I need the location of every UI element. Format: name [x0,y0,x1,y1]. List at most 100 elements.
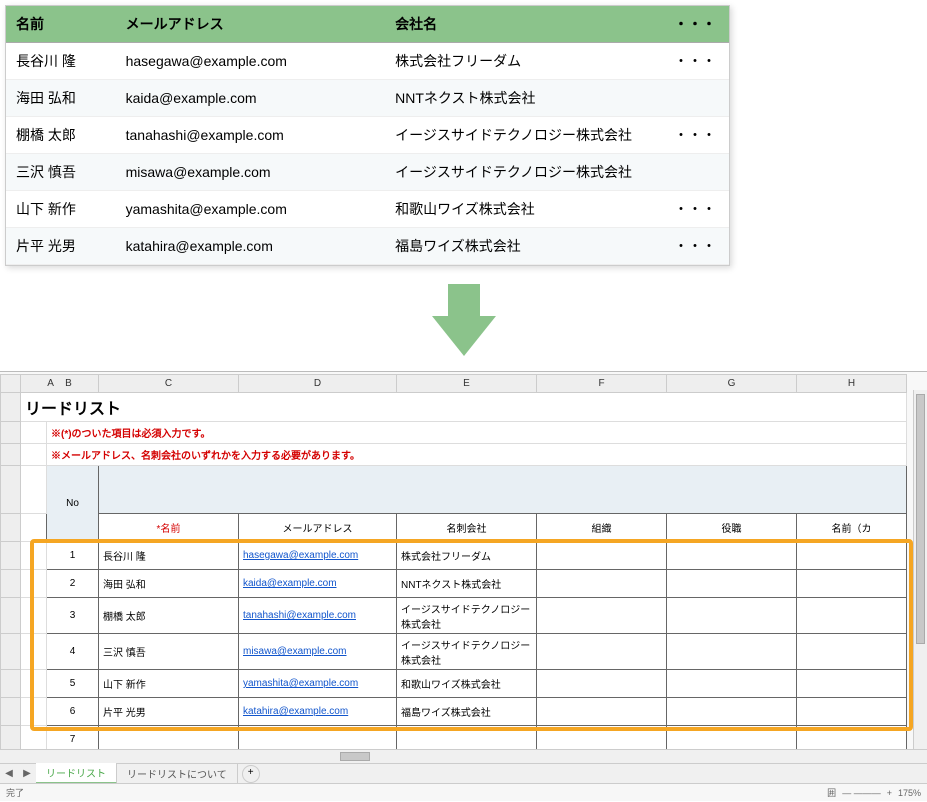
lead-card[interactable]: 和歌山ワイズ株式会社 [397,670,537,698]
scrollbar-vertical[interactable] [913,390,927,749]
lead-name[interactable]: 片平 光男 [99,698,239,726]
scrollbar-v-thumb[interactable] [916,394,925,644]
sheet-tab-active[interactable]: リードリスト [36,763,117,784]
col-A-B[interactable]: A B [21,375,99,393]
src-mail: misawa@example.com [116,154,386,191]
col-G[interactable]: G [667,375,797,393]
scrollbar-horizontal[interactable] [0,749,927,763]
col-H[interactable]: H [797,375,907,393]
lead-name[interactable]: 山下 新作 [99,670,239,698]
row-4[interactable] [1,466,21,514]
row-hdr[interactable] [1,542,21,570]
lead-kana[interactable] [797,634,907,670]
lead-mail[interactable]: katahira@example.com [239,698,397,726]
zoom-plus-icon[interactable]: + [887,788,892,798]
row-hdr[interactable] [1,670,21,698]
lead-hdr-top[interactable] [99,466,907,514]
col-F[interactable]: F [537,375,667,393]
lead-hdr-kana[interactable]: 名前（カ [797,514,907,542]
corner-cell[interactable] [1,375,21,393]
src-hdr-name: 名前 [6,6,116,43]
lead-card[interactable]: 株式会社フリーダム [397,542,537,570]
lead-mail[interactable]: yamashita@example.com [239,670,397,698]
lead-org[interactable] [537,670,667,698]
src-hdr-company: 会社名 [385,6,664,43]
lead-name[interactable]: 長谷川 隆 [99,542,239,570]
lead-kana[interactable] [797,542,907,570]
lead-hdr-card[interactable]: 名刺会社 [397,514,537,542]
lead-mail[interactable]: hasegawa@example.com [239,542,397,570]
lead-org[interactable] [537,542,667,570]
lead-mail[interactable]: tanahashi@example.com [239,598,397,634]
row-5[interactable] [1,514,21,542]
lead-role[interactable] [667,598,797,634]
src-name: 長谷川 隆 [6,43,116,80]
lead-hdr-name[interactable]: *名前 [99,514,239,542]
add-sheet-button[interactable]: + [242,765,260,783]
lead-row: 2海田 弘和kaida@example.comNNTネクスト株式会社 [1,570,907,598]
lead-mail[interactable]: kaida@example.com [239,570,397,598]
lead-card[interactable]: イージスサイドテクノロジー株式会社 [397,634,537,670]
lead-role[interactable] [667,670,797,698]
lead-org[interactable] [537,634,667,670]
lead-kana[interactable] [797,598,907,634]
lead-no[interactable]: 5 [47,670,99,698]
row-3[interactable] [1,444,21,466]
lead-name[interactable]: 海田 弘和 [99,570,239,598]
sheet-title[interactable]: リードリスト [21,393,907,422]
spreadsheet-grid[interactable]: A B C D E F G H リードリスト ※(*)のついた項目は必須入力です… [0,374,907,801]
src-company: イージスサイドテクノロジー株式会社 [385,154,664,191]
table-row: 海田 弘和kaida@example.comNNTネクスト株式会社 [6,80,729,117]
row-hdr[interactable] [1,598,21,634]
table-row: 三沢 慎吾misawa@example.comイージスサイドテクノロジー株式会社 [6,154,729,191]
lead-hdr-mail[interactable]: メールアドレス [239,514,397,542]
lead-kana[interactable] [797,698,907,726]
row-1[interactable] [1,393,21,422]
lead-kana[interactable] [797,670,907,698]
lead-org[interactable] [537,570,667,598]
status-left: 完了 [6,786,24,799]
lead-no[interactable]: 6 [47,698,99,726]
tab-nav-prev-icon[interactable]: ◀ [0,768,18,779]
lead-no[interactable]: 2 [47,570,99,598]
lead-card[interactable]: NNTネクスト株式会社 [397,570,537,598]
row-2[interactable] [1,422,21,444]
lead-mail[interactable]: misawa@example.com [239,634,397,670]
view-mode-icon[interactable]: 囲 [827,786,836,799]
lead-role[interactable] [667,698,797,726]
note-1[interactable]: ※(*)のついた項目は必須入力です。 [47,422,907,444]
note-2[interactable]: ※メールアドレス、名刺会社のいずれかを入力する必要があります。 [47,444,907,466]
src-company: 株式会社フリーダム [385,43,664,80]
scrollbar-h-thumb[interactable] [340,752,370,761]
tab-nav-next-icon[interactable]: ▶ [18,768,36,779]
col-C[interactable]: C [99,375,239,393]
row-hdr[interactable] [1,698,21,726]
lead-no[interactable]: 3 [47,598,99,634]
col-E[interactable]: E [397,375,537,393]
src-company: 福島ワイズ株式会社 [385,228,664,265]
lead-name[interactable]: 三沢 慎吾 [99,634,239,670]
row-hdr[interactable] [1,570,21,598]
src-name: 棚橋 太郎 [6,117,116,154]
lead-role[interactable] [667,570,797,598]
lead-card[interactable]: イージスサイドテクノロジー株式会社 [397,598,537,634]
lead-kana[interactable] [797,570,907,598]
lead-org[interactable] [537,698,667,726]
sheet-tab-other[interactable]: リードリストについて [117,764,238,783]
lead-no[interactable]: 4 [47,634,99,670]
lead-name[interactable]: 棚橋 太郎 [99,598,239,634]
col-D[interactable]: D [239,375,397,393]
lead-card[interactable]: 福島ワイズ株式会社 [397,698,537,726]
zoom-percent[interactable]: 175% [898,788,921,798]
lead-role[interactable] [667,634,797,670]
lead-no[interactable]: 1 [47,542,99,570]
src-company: イージスサイドテクノロジー株式会社 [385,117,664,154]
lead-org[interactable] [537,598,667,634]
lead-hdr-no[interactable]: No [47,466,99,542]
status-bar: 完了 囲 — ——— + 175% [0,783,927,801]
row-hdr[interactable] [1,634,21,670]
lead-hdr-org[interactable]: 組織 [537,514,667,542]
src-mail: katahira@example.com [116,228,386,265]
lead-role[interactable] [667,542,797,570]
lead-hdr-role[interactable]: 役職 [667,514,797,542]
